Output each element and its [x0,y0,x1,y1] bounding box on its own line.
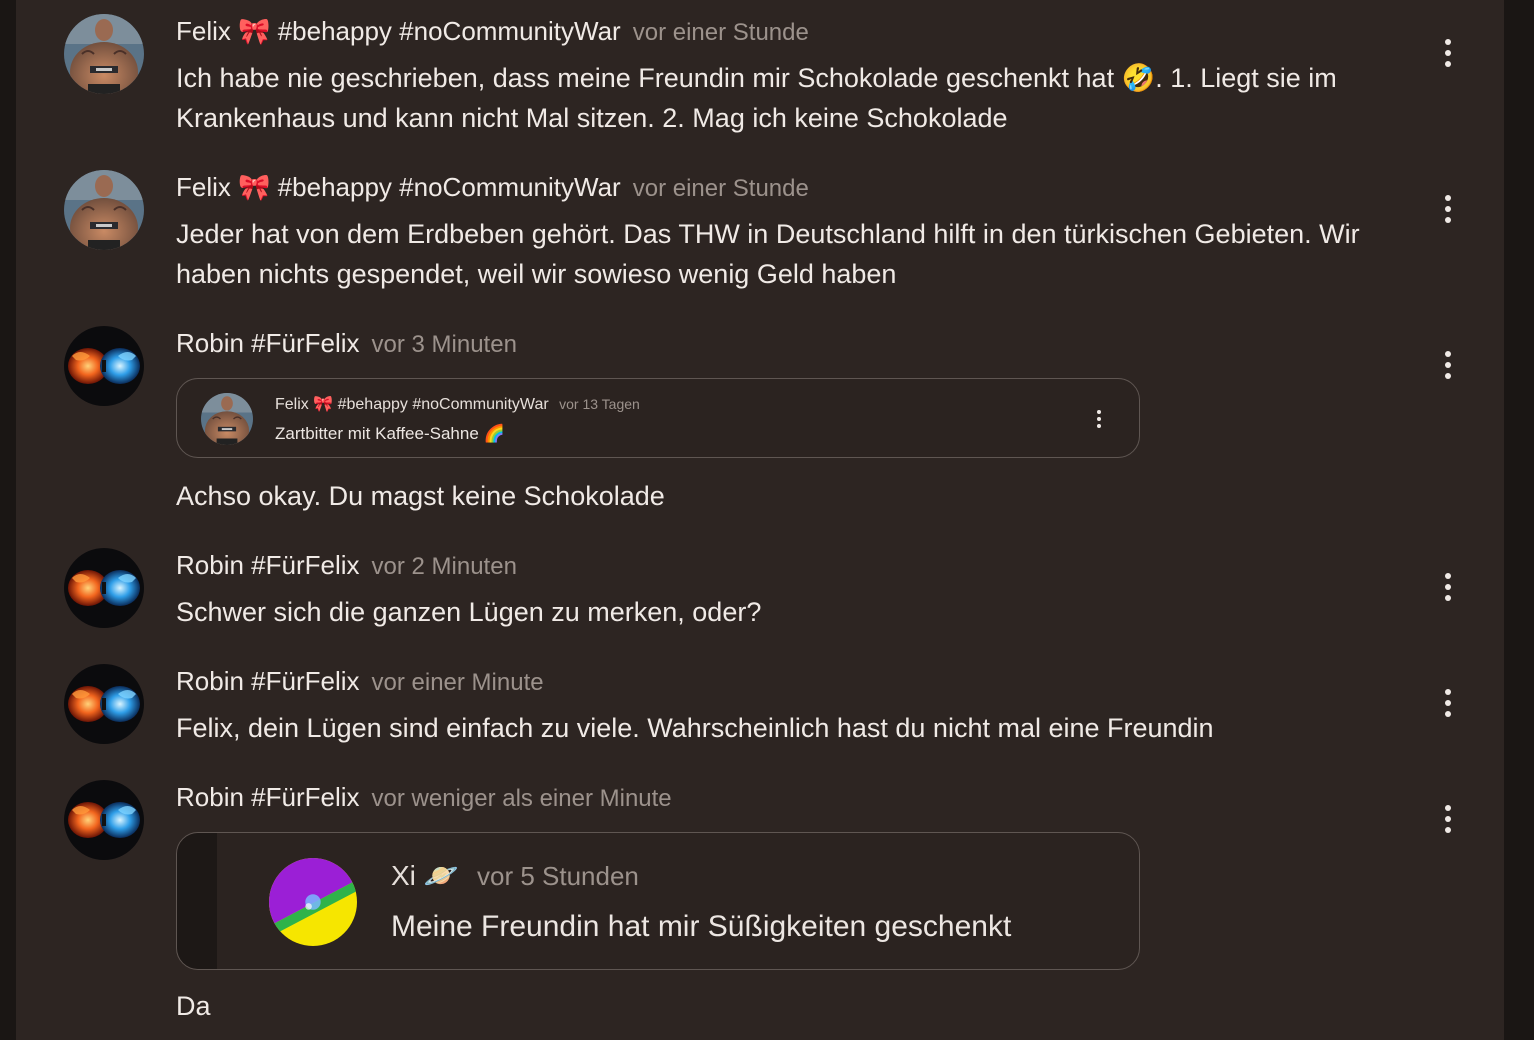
quoted-text: Meine Freundin hat mir Süßigkeiten gesch… [391,910,1012,943]
comment-time: vor 2 Minuten [371,553,517,580]
comment-thread: Felix 🎀 #behappy #noCommunityWar vor eine… [16,0,1504,1040]
bodybuilder-avatar-icon [201,393,253,445]
comment-text: Ich habe nie geschrieben, dass meine Fre… [176,58,1416,138]
comment-time: vor einer Stunde [632,19,809,46]
comment-author[interactable]: Felix 🎀 #behappy #noCommunityWar [176,172,621,202]
comment-header: Robin #FürFelix vor einer Minute [176,664,544,698]
quoted-author: Felix 🎀 #behappy #noCommunityWar [275,396,549,413]
fire-ice-fists-avatar-icon[interactable] [64,548,144,628]
fire-ice-fists-avatar-icon[interactable] [64,780,144,860]
comment-time: vor 3 Minuten [371,331,517,358]
more-vertical-icon[interactable] [1434,567,1462,607]
comment-text: Schwer sich die ganzen Lügen zu merken, … [176,597,762,627]
quoted-time: vor 13 Tagen [559,396,640,412]
comment-text: Achso okay. Du magst keine Schokolade [176,481,665,511]
more-vertical-icon[interactable] [1434,683,1462,723]
comment-header: Robin #FürFelix vor 2 Minuten [176,548,517,582]
comment-header: Robin #FürFelix vor weniger als einer Min… [176,780,672,814]
comment-author[interactable]: Robin #FürFelix [176,666,360,696]
comment-header: Felix 🎀 #behappy #noCommunityWar vor eine… [176,170,809,204]
comment-header: Felix 🎀 #behappy #noCommunityWar vor eine… [176,14,809,48]
quoted-author: Xi 🪐 [391,860,459,891]
comment-text: Jeder hat von dem Erdbeben gehört. Das T… [176,219,1360,289]
bodybuilder-avatar-icon[interactable] [64,14,144,94]
comment-author[interactable]: Robin #FürFelix [176,782,360,812]
quote-stripe [177,833,217,969]
comment-time: vor weniger als einer Minute [371,785,672,812]
quoted-text: Zartbitter mit Kaffee-Sahne 🌈 [275,424,505,443]
comment-header: Robin #FürFelix vor 3 Minuten [176,326,517,360]
more-vertical-icon[interactable] [1087,399,1111,439]
quoted-header: Felix 🎀 #behappy #noCommunityWar vor 13 … [275,393,640,416]
quoted-header: Xi 🪐 vor 5 Stunden [391,857,639,900]
quoted-comment[interactable]: Felix 🎀 #behappy #noCommunityWar vor 13 … [176,378,1140,458]
comment-author[interactable]: Robin #FürFelix [176,328,360,358]
comment-text: Da [176,991,211,1021]
quoted-time: vor 5 Stunden [477,861,639,891]
comment-text: Felix, dein Lügen sind einfach zu viele.… [176,713,1214,743]
fire-ice-fists-avatar-icon[interactable] [64,326,144,406]
more-vertical-icon[interactable] [1434,189,1462,229]
more-vertical-icon[interactable] [1434,33,1462,73]
quoted-comment[interactable]: Xi 🪐 vor 5 Stunden Meine Freundin hat mi… [176,832,1140,970]
bodybuilder-avatar-icon[interactable] [64,170,144,250]
rofl-emoji-icon: 🤣 [1121,63,1156,93]
comment-author[interactable]: Robin #FürFelix [176,550,360,580]
xi-avatar-icon [269,858,357,946]
more-vertical-icon[interactable] [1434,345,1462,385]
comment-author[interactable]: Felix 🎀 #behappy #noCommunityWar [176,16,621,46]
comment-time: vor einer Stunde [632,175,809,202]
fire-ice-fists-avatar-icon[interactable] [64,664,144,744]
more-vertical-icon[interactable] [1434,799,1462,839]
comment-time: vor einer Minute [371,669,544,696]
comment-text-part: Ich habe nie geschrieben, dass meine Fre… [176,63,1122,93]
